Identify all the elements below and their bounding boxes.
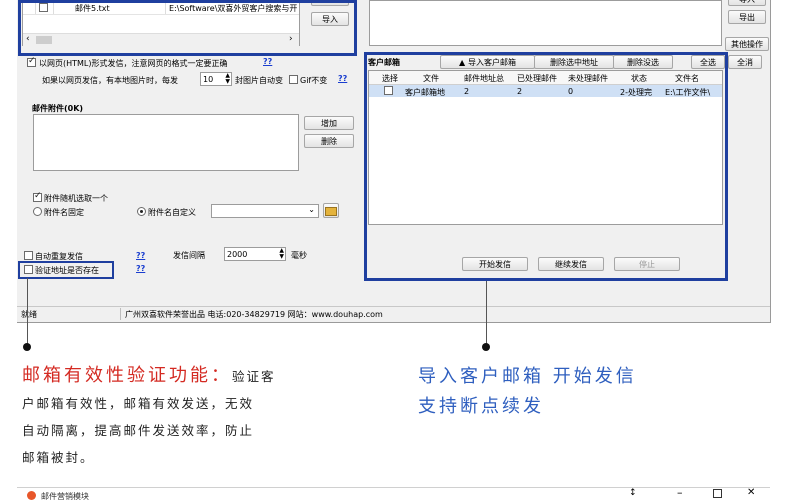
right-export-button[interactable]: 导出 [728, 10, 766, 24]
gif-keep-checkbox[interactable] [289, 75, 298, 84]
interval-label: 发信间隔 [173, 251, 205, 260]
app-icon [27, 491, 36, 500]
attachments-title: 邮件附件(0K) [32, 104, 84, 113]
annotation-line: 户邮箱有效性，邮箱有效发送，无效 [22, 396, 255, 411]
delete-attachment-button[interactable]: 删除 [304, 134, 354, 148]
select-none-button[interactable]: 全消 [728, 55, 762, 69]
add-attachment-button[interactable]: 增加 [304, 116, 354, 130]
ms-label: 毫秒 [291, 251, 307, 260]
status-info: 广州双喜软件荣誉出品 电话:020-34829719 网站：www.douhap… [125, 310, 383, 319]
annotation-line: 邮箱被封。 [22, 450, 95, 465]
restore-arrows-icon[interactable]: ↕ [629, 488, 637, 498]
custom-name-radio[interactable] [137, 207, 146, 216]
resend-help-link[interactable]: ?? [136, 251, 145, 260]
window-title: 邮件营销模块 [41, 492, 89, 501]
fixed-name-label: 附件名固定 [44, 208, 84, 217]
chevron-down-icon[interactable]: ⌄ [308, 205, 315, 214]
interval-input[interactable]: 2000 ▲ ▼ [224, 247, 286, 261]
annotation-title: 邮箱有效性验证功能： [22, 365, 232, 386]
highlight-customer-panel [364, 52, 728, 281]
connector-line-right [486, 281, 487, 348]
highlight-file-list [18, 0, 357, 56]
annotation-line: 支持断点续发 [418, 396, 544, 417]
open-folder-button[interactable] [323, 203, 339, 218]
custom-name-select[interactable]: ⌄ [211, 204, 319, 218]
status-text: 就绪 [21, 310, 37, 319]
image-count-label: 如果以网页发信，有本地图片时，每发 [42, 76, 178, 85]
connector-dot-right [482, 343, 490, 351]
verify-help-link[interactable]: ?? [136, 264, 145, 273]
close-icon[interactable]: ✕ [747, 487, 755, 498]
html-send-label: 以网页(HTML)形式发信，注意网页的格式一定要正确 [39, 59, 228, 68]
gif-keep-label: Gif不变 [300, 76, 328, 85]
annotation-line: 导入客户邮箱 开始发信 [418, 366, 637, 387]
minimize-icon[interactable]: – [677, 486, 683, 499]
gif-help-link[interactable]: ?? [338, 74, 347, 83]
auto-resend-checkbox[interactable] [24, 251, 33, 260]
annotation-right: 导入客户邮箱 开始发信 支持断点续发 [418, 362, 758, 422]
fixed-name-radio[interactable] [33, 207, 42, 216]
top-right-panel [369, 0, 722, 46]
status-bar: 就绪 广州双喜软件荣誉出品 电话:020-34829719 网站：www.dou… [17, 306, 770, 321]
connector-dot-left [23, 343, 31, 351]
annotation-line: 自动隔离，提高邮件发送效率，防止 [22, 423, 255, 438]
image-count-input[interactable]: 10 ▲ ▼ [200, 72, 232, 86]
html-send-checkbox[interactable] [27, 56, 36, 67]
annotation-left: 邮箱有效性验证功能：验证客 户邮箱有效性，邮箱有效发送，无效 自动隔离，提高邮件… [22, 362, 342, 471]
random-attachment-checkbox[interactable] [33, 191, 42, 202]
attachments-list[interactable] [33, 114, 299, 171]
custom-name-label: 附件名自定义 [148, 208, 196, 217]
spinner-icon[interactable]: ▲ ▼ [279, 248, 284, 260]
highlight-verify-option [18, 261, 114, 279]
second-window: 邮件营销模块 ↕ – ✕ [17, 486, 770, 501]
html-help-link[interactable]: ?? [263, 57, 272, 66]
spinner-icon[interactable]: ▲ ▼ [225, 73, 230, 85]
other-operations-button[interactable]: 其他操作 [725, 37, 769, 51]
random-attachment-label: 附件随机选取一个 [44, 194, 108, 203]
right-import-button[interactable]: 导入 [728, 0, 766, 6]
image-auto-label: 封图片自动变 [235, 76, 283, 85]
folder-icon [325, 207, 337, 216]
maximize-icon[interactable] [713, 489, 722, 498]
annotation-line: 邮箱有效性验证功能：验证客 [22, 365, 276, 386]
connector-line-left [27, 278, 28, 348]
status-divider [120, 308, 121, 320]
